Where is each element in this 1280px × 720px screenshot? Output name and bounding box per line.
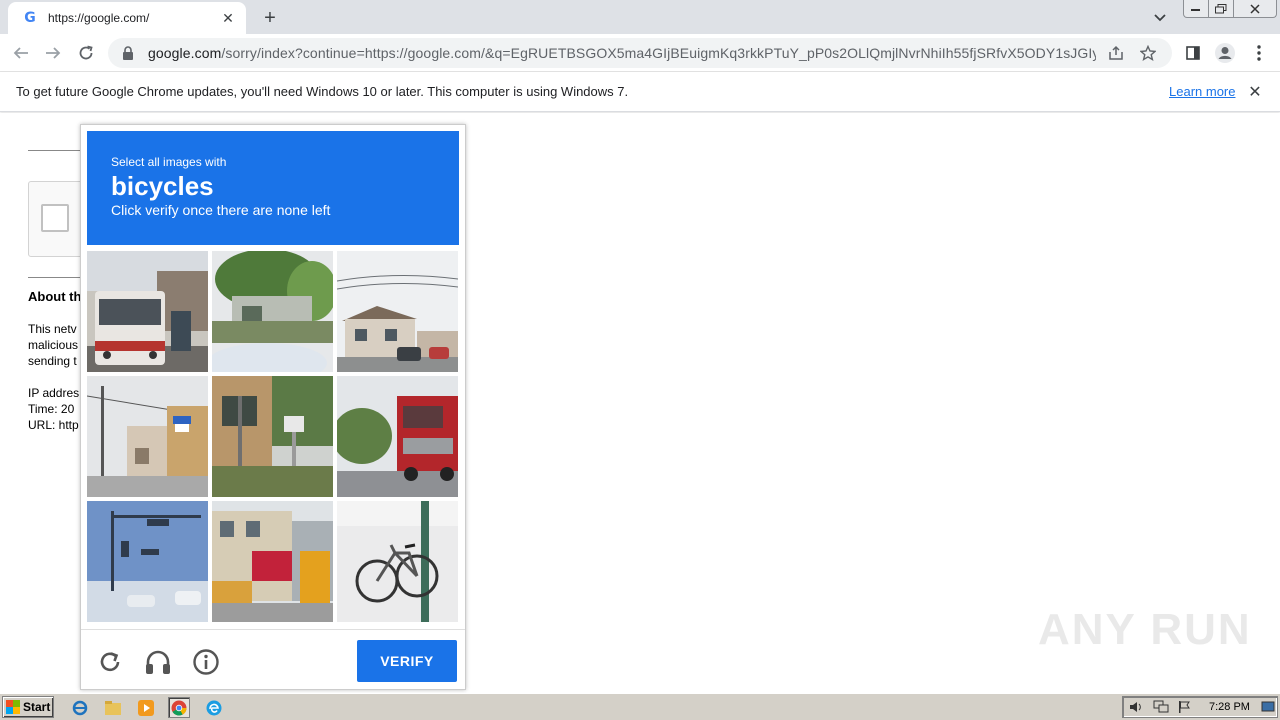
back-arrow-icon[interactable] — [8, 40, 34, 66]
menu-kebab-icon[interactable] — [1246, 40, 1272, 66]
page-text-line: malicious — [28, 338, 79, 352]
browser-toolbar: google.com/sorry/index?continue=https://… — [0, 34, 1280, 72]
window-close-button[interactable] — [1233, 0, 1277, 18]
share-icon[interactable] — [1104, 41, 1128, 65]
learn-more-link[interactable]: Learn more — [1169, 84, 1235, 99]
tab-title: https://google.com/ — [48, 11, 150, 25]
windows-flag-icon — [6, 700, 20, 714]
reload-icon[interactable] — [73, 40, 99, 66]
taskbar-clock: 7:28 PM — [1209, 701, 1250, 713]
system-tray: 7:28 PM — [1122, 696, 1278, 718]
reload-challenge-icon[interactable] — [95, 647, 125, 677]
captcha-tile-storefront[interactable] — [212, 501, 333, 622]
about-heading: About th — [28, 289, 82, 304]
chrome-taskbar-icon[interactable] — [168, 697, 190, 718]
window-minimize-button[interactable] — [1183, 0, 1209, 18]
show-desktop-icon[interactable] — [1261, 700, 1275, 719]
info-icon[interactable] — [191, 647, 221, 677]
captcha-footer: VERIFY — [81, 629, 465, 689]
browser-tab[interactable]: G https://google.com/ ✕ — [8, 2, 246, 34]
start-button[interactable]: Start — [2, 696, 54, 718]
page-text-line: Time: 20 — [28, 402, 75, 416]
captcha-tile-grid — [87, 251, 459, 623]
captcha-target: bicycles — [111, 171, 214, 201]
tab-close-icon[interactable]: ✕ — [220, 10, 236, 26]
screen: G https://google.com/ ✕ + google.com/sor… — [0, 0, 1280, 720]
lock-icon[interactable] — [120, 45, 136, 61]
divider — [28, 277, 88, 278]
captcha-tile-house[interactable] — [337, 251, 458, 372]
forward-arrow-icon[interactable] — [40, 40, 66, 66]
captcha-header: Select all images with bicycles Click ve… — [87, 131, 459, 245]
bookmark-star-icon[interactable] — [1136, 41, 1160, 65]
captcha-tile-traffic-lights[interactable] — [87, 501, 208, 622]
tab-strip: G https://google.com/ ✕ + — [0, 0, 1280, 34]
internet-explorer-icon[interactable] — [69, 697, 91, 718]
page-text-line: IP addres — [28, 386, 80, 400]
captcha-hint: Click verify once there are none left — [111, 202, 331, 218]
tab-search-chevron-icon[interactable] — [1150, 8, 1170, 28]
divider — [28, 150, 88, 151]
media-player-icon[interactable] — [135, 697, 157, 718]
address-bar[interactable]: google.com/sorry/index?continue=https://… — [108, 38, 1172, 68]
page-text-line: This netv — [28, 322, 77, 336]
captcha-tile-truck[interactable] — [337, 376, 458, 497]
recaptcha-checkbox[interactable] — [41, 204, 69, 232]
audio-challenge-headphones-icon[interactable] — [143, 647, 173, 677]
captcha-tile-bicycle[interactable] — [337, 501, 458, 622]
new-tab-button[interactable]: + — [258, 6, 282, 30]
captcha-tile-bus[interactable] — [87, 251, 208, 372]
url-text: google.com/sorry/index?continue=https://… — [148, 45, 1096, 61]
captcha-challenge: Select all images with bicycles Click ve… — [80, 124, 466, 690]
infobar-close-icon[interactable]: ✕ — [1246, 83, 1264, 101]
edge-icon[interactable] — [203, 697, 225, 718]
captcha-tile-building[interactable] — [212, 376, 333, 497]
infobar-message: To get future Google Chrome updates, you… — [16, 84, 629, 99]
anyrun-watermark-logo: ANY RUN — [1038, 605, 1252, 654]
url-path: /sorry/index?continue=https://google.com… — [221, 45, 1096, 61]
network-icon[interactable] — [1153, 700, 1169, 719]
windows-taskbar: Start 7:28 PM — [0, 693, 1280, 720]
page-text-line: URL: http — [28, 418, 79, 432]
action-center-flag-icon[interactable] — [1177, 700, 1191, 719]
captcha-tile-tree[interactable] — [212, 251, 333, 372]
start-label: Start — [23, 700, 51, 714]
profile-avatar-icon[interactable] — [1212, 40, 1238, 66]
url-host: google.com — [148, 45, 222, 61]
file-explorer-icon[interactable] — [102, 697, 124, 718]
captcha-instruction: Select all images with — [111, 155, 227, 169]
volume-icon[interactable] — [1129, 700, 1143, 719]
page-text-line: sending t — [28, 354, 77, 368]
google-favicon-icon: G — [24, 10, 36, 26]
window-restore-button[interactable] — [1208, 0, 1234, 18]
captcha-tile-street[interactable] — [87, 376, 208, 497]
side-panel-icon[interactable] — [1180, 40, 1206, 66]
update-infobar: To get future Google Chrome updates, you… — [0, 72, 1280, 112]
verify-button[interactable]: VERIFY — [357, 640, 457, 682]
